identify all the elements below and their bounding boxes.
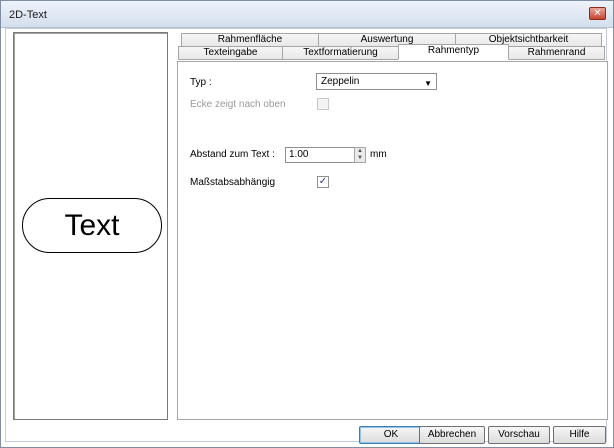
typ-select[interactable]: Zeppelin ▼ — [316, 73, 437, 90]
abstand-label: Abstand zum Text : — [190, 149, 275, 160]
title-bar[interactable]: 2D-Text ✕ — [1, 1, 613, 28]
typ-select-value: Zeppelin — [321, 76, 360, 87]
tab-rahmenrand[interactable]: Rahmenrand — [508, 46, 605, 60]
help-button[interactable]: Hilfe — [553, 426, 606, 444]
abstand-unit: mm — [370, 149, 387, 160]
checkmark-icon: ✓ — [318, 176, 328, 187]
rahmentyp-panel — [177, 61, 608, 420]
preview-button[interactable]: Vorschau — [488, 426, 550, 444]
abstand-input[interactable]: 1.00 — [285, 147, 355, 163]
ecke-label: Ecke zeigt nach oben — [190, 99, 286, 110]
cancel-button[interactable]: Abbrechen — [419, 426, 485, 444]
tab-rahmentyp[interactable]: Rahmentyp — [398, 44, 509, 60]
preview-zeppelin-frame: Text — [22, 198, 162, 253]
chevron-down-icon: ▼ — [424, 79, 432, 88]
window-title: 2D-Text — [9, 9, 47, 21]
abstand-spinner[interactable]: ▲ ▼ — [354, 147, 366, 163]
ecke-checkbox[interactable] — [317, 98, 329, 110]
massstab-label: Maßstabsabhängig — [190, 177, 276, 188]
close-icon[interactable]: ✕ — [589, 7, 606, 20]
preview-text: Text — [64, 208, 120, 242]
ok-button[interactable]: OK — [359, 426, 423, 444]
tab-rahmenflaeche[interactable]: Rahmenfläche — [181, 33, 319, 47]
typ-label: Typ : — [190, 77, 212, 88]
tab-textformatierung[interactable]: Textformatierung — [282, 46, 399, 60]
text-preview-pane: Text — [13, 32, 168, 420]
massstab-checkbox[interactable]: ✓ — [317, 176, 329, 188]
tab-texteingabe[interactable]: Texteingabe — [178, 46, 283, 60]
